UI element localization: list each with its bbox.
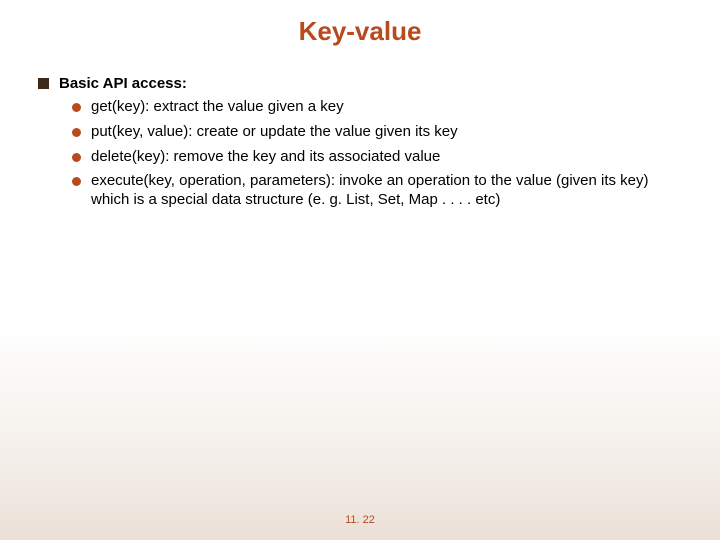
list-item-text: put(key, value): create or update the va… xyxy=(91,123,458,142)
list-item: get(key): extract the value given a key xyxy=(72,98,680,117)
slide-number: 11. 22 xyxy=(0,514,720,526)
sub-list: get(key): extract the value given a key … xyxy=(38,98,680,210)
list-item-text: delete(key): remove the key and its asso… xyxy=(91,148,440,167)
list-item: put(key, value): create or update the va… xyxy=(72,123,680,142)
list-item: execute(key, operation, parameters): inv… xyxy=(72,172,680,210)
list-item-text: execute(key, operation, parameters): inv… xyxy=(91,172,651,210)
slide-title: Key-value xyxy=(0,0,720,75)
list-item-label: Basic API access: xyxy=(59,75,187,92)
list-item-text: get(key): extract the value given a key xyxy=(91,98,344,117)
circle-bullet-icon xyxy=(72,103,81,112)
slide-content: Basic API access: get(key): extract the … xyxy=(0,75,720,210)
list-item: delete(key): remove the key and its asso… xyxy=(72,148,680,167)
square-bullet-icon xyxy=(38,78,49,89)
circle-bullet-icon xyxy=(72,128,81,137)
circle-bullet-icon xyxy=(72,177,81,186)
list-item: Basic API access: xyxy=(38,75,680,92)
circle-bullet-icon xyxy=(72,153,81,162)
